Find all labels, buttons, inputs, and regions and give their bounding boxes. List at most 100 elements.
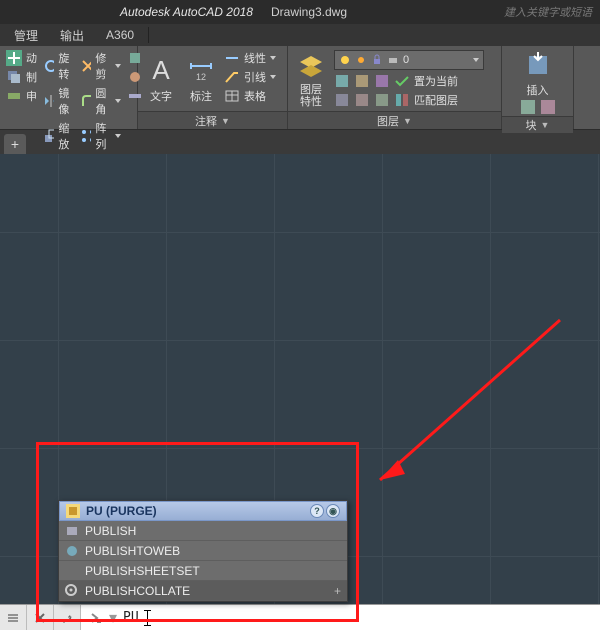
layerunl-icon <box>374 92 390 108</box>
mirror-button[interactable]: 镜像 <box>43 85 74 117</box>
bulb-icon <box>339 54 351 66</box>
layer-tool2[interactable] <box>354 73 370 89</box>
tab-manage[interactable]: 管理 <box>4 25 48 46</box>
autocomplete-item[interactable]: PUBLISHCOLLATE + <box>59 581 347 601</box>
layer-tool4[interactable] <box>334 92 350 108</box>
autocomplete-label: PU (PURGE) <box>86 504 157 518</box>
mirror-icon <box>43 93 54 109</box>
block-tool2-icon[interactable] <box>541 100 555 114</box>
dimension-icon: 12 <box>186 56 216 86</box>
layeriso-icon <box>334 73 350 89</box>
document-name: Drawing3.dwg <box>271 5 347 19</box>
cmdline-options[interactable] <box>54 605 81 630</box>
cmdline-close[interactable] <box>27 605 54 630</box>
lock-icon <box>371 54 383 66</box>
make-current-button[interactable]: 置为当前 <box>394 73 458 89</box>
command-input[interactable]: ▾ PU <box>81 605 600 630</box>
move-button[interactable]: 动 <box>6 50 37 66</box>
cmdline-handle[interactable] <box>0 605 27 630</box>
panel-layers: 图层特性 0 置为当前 <box>288 46 502 129</box>
fillet-icon <box>80 93 91 109</box>
globe-icon[interactable]: ◉ <box>326 504 340 518</box>
autocomplete-label: PUBLISHSHEETSET <box>85 564 200 578</box>
print-icon <box>387 54 399 66</box>
chevron-down-icon <box>473 58 479 62</box>
autocomplete-label: PUBLISHCOLLATE <box>85 584 190 598</box>
chevron-down-icon <box>270 56 276 60</box>
ribbon: 动 制 申 旋转 镜像 <box>0 46 600 130</box>
rotate-icon <box>43 58 54 74</box>
svg-text:A: A <box>152 56 170 85</box>
leader-button[interactable]: 引线 <box>224 69 276 85</box>
move-icon <box>6 50 22 66</box>
close-icon <box>33 611 47 625</box>
tab-a360[interactable]: A360 <box>96 26 144 44</box>
makecurrent-icon <box>394 73 410 89</box>
sun-icon <box>355 54 367 66</box>
layer-tool5[interactable] <box>354 92 370 108</box>
copy-button[interactable]: 制 <box>6 69 37 85</box>
panel-title-annotate[interactable]: 注释▼ <box>138 111 287 129</box>
table-button[interactable]: 表格 <box>224 88 276 104</box>
tab-output[interactable]: 输出 <box>50 25 94 46</box>
layer-tool1[interactable] <box>334 73 350 89</box>
autocomplete-item-selected[interactable]: PU (PURGE) ? ◉ <box>59 501 347 521</box>
app-name: Autodesk AutoCAD 2018 <box>120 5 253 19</box>
layer-tool3[interactable] <box>374 73 390 89</box>
panel-title-layers[interactable]: 图层▼ <box>288 111 501 129</box>
expand-icon: + <box>334 584 341 598</box>
layerlock-icon <box>374 73 390 89</box>
autocomplete-label: PUBLISHTOWEB <box>85 544 180 558</box>
autocomplete-item[interactable]: PUBLISHSHEETSET <box>59 561 347 581</box>
command-icon <box>66 504 80 518</box>
layeroff-icon <box>334 92 350 108</box>
chevron-down-icon <box>115 99 121 103</box>
text-icon: A <box>146 56 176 86</box>
fillet-button[interactable]: 圆角 <box>80 85 121 117</box>
autocomplete-popup: PU (PURGE) ? ◉ PUBLISH PUBLISHTOWEB PUBL… <box>58 500 348 602</box>
command-line: ▾ PU <box>0 604 600 630</box>
autocomplete-label: PUBLISH <box>85 524 136 538</box>
layer-dropdown[interactable]: 0 <box>334 50 484 70</box>
dimension-button[interactable]: 12 标注 <box>184 50 218 109</box>
text-cursor <box>147 610 148 626</box>
stretch-button[interactable]: 申 <box>6 88 37 104</box>
layers-icon <box>296 52 326 82</box>
leader-icon <box>224 69 240 85</box>
rows-icon <box>6 611 20 625</box>
array-button[interactable]: 阵列 <box>80 120 121 152</box>
layer-tool6[interactable] <box>374 92 390 108</box>
insert-icon <box>523 50 553 80</box>
panel-modify: 动 制 申 旋转 镜像 <box>0 46 138 129</box>
tab-separator <box>148 27 149 43</box>
match-layer-button[interactable]: 匹配图层 <box>394 92 458 108</box>
search-hint[interactable]: 建入关键字或短语 <box>504 4 600 20</box>
insert-button[interactable]: 插入 <box>521 50 555 98</box>
copy-icon <box>6 69 22 85</box>
new-tab-button[interactable]: + <box>4 134 26 154</box>
matchlayer-icon <box>394 92 410 108</box>
help-icon[interactable]: ? <box>310 504 324 518</box>
block-tool1-icon[interactable] <box>521 100 535 114</box>
layer-properties-button[interactable]: 图层特性 <box>294 50 328 109</box>
autocomplete-item[interactable]: PUBLISH <box>59 521 347 541</box>
autocomplete-item[interactable]: PUBLISHTOWEB <box>59 541 347 561</box>
layerfrz-icon <box>354 73 370 89</box>
svg-text:12: 12 <box>196 72 206 82</box>
array-icon <box>80 128 91 144</box>
linear-button[interactable]: 线性 <box>224 50 276 66</box>
chevron-down-icon <box>115 134 121 138</box>
ribbon-tabs: 管理 输出 A360 <box>0 24 600 46</box>
chevron-down-icon <box>115 64 121 68</box>
layerthw-icon <box>354 92 370 108</box>
rotate-button[interactable]: 旋转 <box>43 50 74 82</box>
text-button[interactable]: A 文字 <box>144 50 178 109</box>
scale-icon <box>43 128 54 144</box>
panel-block: 插入 块▼ <box>502 46 574 129</box>
title-bar: Autodesk AutoCAD 2018 Drawing3.dwg 建入关键字… <box>0 0 600 24</box>
scale-button[interactable]: 缩放 <box>43 120 74 152</box>
panel-annotate: A 文字 12 标注 线性 引线 表 <box>138 46 288 129</box>
panel-title-block[interactable]: 块▼ <box>502 116 573 133</box>
command-text: PU <box>123 610 139 625</box>
trim-button[interactable]: 修剪 <box>80 50 121 82</box>
